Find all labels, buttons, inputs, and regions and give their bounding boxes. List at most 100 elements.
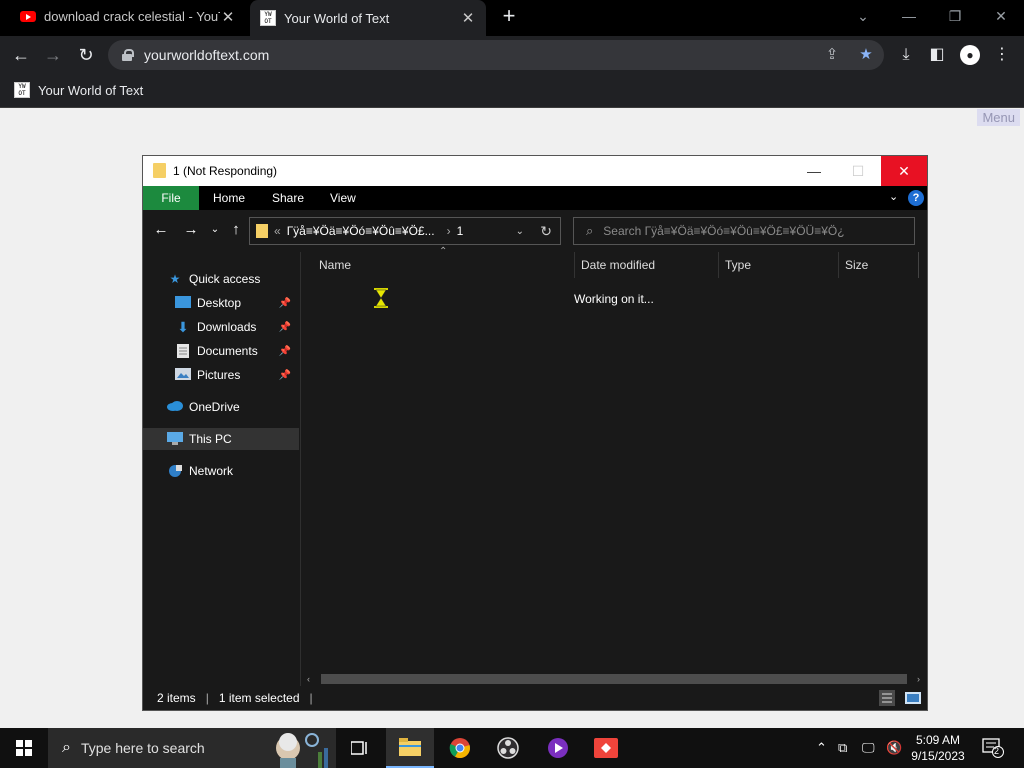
tab-share[interactable]: Share (272, 186, 304, 210)
back-arrow-icon[interactable]: ← (8, 42, 34, 68)
large-icons-view-icon[interactable] (905, 690, 921, 706)
explorer-title-bar[interactable]: 1 (Not Responding) — ☐ ✕ (143, 156, 927, 186)
system-clock[interactable]: 5:09 AM 9/15/2023 (908, 732, 968, 764)
download-arrow-icon: ⬇ (177, 319, 189, 335)
podcast-app-taskbar-button[interactable] (534, 728, 582, 768)
file-list-pane: ⌃ Name Date modified Type Size Working o… (303, 246, 927, 676)
close-button[interactable]: ✕ (881, 156, 927, 186)
tab-search-chevron-icon[interactable]: ⌄ (848, 4, 878, 28)
back-arrow-icon[interactable]: ← (151, 220, 171, 240)
forward-arrow-icon[interactable]: → (181, 220, 201, 240)
tab-your-world-of-text[interactable]: YW OT Your World of Text ✕ (250, 0, 486, 36)
expand-ribbon-chevron-icon[interactable]: ⌄ (889, 190, 898, 203)
obs-icon (497, 737, 519, 759)
explorer-search-input[interactable]: ⌕ Search Гÿå≡¥Öä≡¥Öó≡¥Öû≡¥Ö£≡¥ÖÜ≡¥Ö¿ (573, 217, 915, 245)
close-window-button[interactable]: ✕ (986, 4, 1016, 28)
nav-item-documents[interactable]: Documents 📌 (143, 340, 299, 362)
notification-icon (982, 738, 1004, 758)
taskbar-search-placeholder: Type here to search (80, 740, 205, 756)
forward-arrow-icon[interactable]: → (40, 42, 66, 68)
column-header-name[interactable]: Name (311, 252, 575, 278)
tab-youtube[interactable]: download crack celestial - YouTube ✕ (10, 0, 246, 33)
horizontal-scrollbar[interactable]: ‹ › (303, 672, 927, 686)
nav-item-network[interactable]: Network (143, 460, 299, 482)
tab-title: Your World of Text (284, 10, 390, 26)
anydesk-taskbar-button[interactable] (582, 728, 630, 768)
profile-avatar-icon[interactable]: ● (960, 45, 980, 65)
nav-item-onedrive[interactable]: OneDrive (143, 396, 299, 418)
bookmark-star-icon[interactable]: ★ (856, 45, 876, 65)
download-icon[interactable]: ⤓ (893, 42, 919, 68)
overflow-chevrons[interactable]: « (274, 224, 281, 238)
minimize-button[interactable]: — (791, 156, 837, 186)
show-hidden-icons-chevron-icon[interactable]: ⌃ (816, 740, 827, 756)
maximize-button[interactable]: ☐ (835, 156, 881, 186)
tab-home[interactable]: Home (213, 186, 245, 210)
up-arrow-icon[interactable]: ↑ (226, 220, 246, 240)
pin-icon[interactable]: 📌 (279, 370, 291, 381)
tab-title: download crack celestial - YouTube (44, 9, 220, 24)
scroll-right-icon[interactable]: › (917, 672, 920, 686)
search-placeholder: Search Гÿå≡¥Öä≡¥Öó≡¥Öû≡¥Ö£≡¥ÖÜ≡¥Ö¿ (603, 224, 845, 238)
navigation-pane: ★ Quick access Desktop 📌 ⬇ Downloads 📌 D… (143, 252, 301, 686)
cloud-icon (167, 400, 183, 414)
address-segment[interactable]: Гÿå≡¥Öä≡¥Öó≡¥Öû≡¥Ö£... (287, 224, 435, 238)
ribbon-tabs: File Home Share View ⌄ ? (143, 186, 927, 210)
chrome-taskbar-button[interactable] (436, 728, 484, 768)
restore-button[interactable]: ❐ (940, 4, 970, 28)
recent-locations-chevron-icon[interactable]: ⌄ (205, 220, 225, 240)
folder-icon (399, 738, 421, 756)
system-tray-app-icon[interactable]: ⧉ (838, 740, 847, 756)
side-panel-icon[interactable]: ◧ (924, 42, 950, 68)
explorer-address-bar[interactable]: « Гÿå≡¥Öä≡¥Öó≡¥Öû≡¥Ö£... › 1 ⌄ ↻ (249, 217, 561, 245)
chrome-icon (449, 738, 470, 759)
column-header-size[interactable]: Size (837, 252, 919, 278)
pin-icon[interactable]: 📌 (279, 322, 291, 333)
refresh-icon[interactable]: ↻ (540, 223, 552, 240)
nav-item-pictures[interactable]: Pictures 📌 (143, 364, 299, 386)
network-status-icon[interactable]: 🖵 (862, 740, 875, 756)
tab-view[interactable]: View (330, 186, 356, 210)
address-segment[interactable]: 1 (457, 224, 464, 238)
ywot-menu-button[interactable]: Menu (977, 109, 1020, 126)
browser-tab-strip: download crack celestial - YouTube ✕ YWO… (0, 0, 1024, 36)
obs-taskbar-button[interactable] (484, 728, 532, 768)
details-view-icon[interactable] (879, 690, 895, 706)
taskbar-search-box[interactable]: ⌕ Type here to search (48, 728, 336, 768)
status-divider: | (205, 691, 209, 705)
file-explorer-taskbar-button[interactable] (386, 728, 434, 768)
close-tab-icon[interactable]: ✕ (460, 9, 476, 27)
volume-muted-icon[interactable]: 🔇 (886, 740, 902, 756)
ywot-favicon-icon: YW OT (14, 82, 30, 98)
start-button[interactable] (0, 728, 48, 768)
share-icon[interactable]: ⇪ (822, 45, 842, 65)
scrollbar-thumb[interactable] (321, 674, 907, 684)
column-header-date-modified[interactable]: Date modified (573, 252, 719, 278)
bookmark-your-world-of-text[interactable]: YW OT Your World of Text (14, 82, 143, 98)
window-title: 1 (Not Responding) (173, 164, 278, 178)
address-bar[interactable]: yourworldoftext.com ⇪ ★ (108, 40, 884, 70)
address-dropdown-chevron-icon[interactable]: ⌄ (516, 226, 524, 237)
new-tab-button[interactable]: + (498, 5, 520, 28)
help-icon[interactable]: ? (908, 190, 924, 206)
nav-item-this-pc[interactable]: This PC (143, 428, 299, 450)
pin-icon[interactable]: 📌 (279, 346, 291, 357)
breadcrumb-chevron-icon[interactable]: › (447, 224, 451, 238)
ywot-favicon-icon: YW OT (260, 10, 276, 26)
nav-item-desktop[interactable]: Desktop 📌 (143, 292, 299, 314)
task-view-button[interactable] (336, 728, 384, 768)
kebab-menu-icon[interactable]: ⋮ (989, 42, 1015, 68)
tab-file[interactable]: File (143, 186, 199, 210)
scroll-left-icon[interactable]: ‹ (307, 672, 310, 686)
nav-item-quick-access[interactable]: ★ Quick access (143, 268, 299, 290)
minimize-button[interactable]: — (894, 4, 924, 28)
notification-center-button[interactable]: 2 (982, 738, 1004, 758)
nav-item-downloads[interactable]: ⬇ Downloads 📌 (143, 316, 299, 338)
close-tab-icon[interactable]: ✕ (220, 8, 236, 26)
column-header-type[interactable]: Type (717, 252, 839, 278)
pin-icon[interactable]: 📌 (279, 298, 291, 309)
nav-item-label: Desktop (197, 296, 242, 310)
network-icon (167, 464, 183, 478)
notification-count-badge: 2 (994, 746, 1000, 756)
reload-icon[interactable]: ↻ (73, 42, 99, 68)
